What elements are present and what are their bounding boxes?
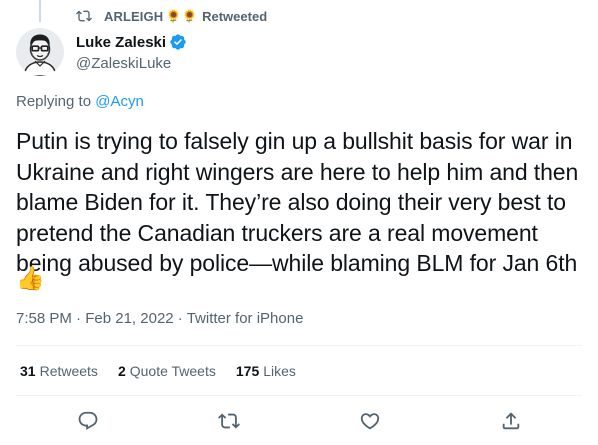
share-icon	[502, 412, 520, 430]
retweeted-label: Retweeted	[202, 8, 268, 24]
action-bar	[0, 404, 598, 440]
replying-to: Replying to @Acyn	[16, 93, 144, 110]
verified-badge-icon	[170, 34, 186, 50]
author-name[interactable]: Luke Zaleski	[76, 34, 166, 51]
likes-stat[interactable]: 175 Likes	[236, 363, 296, 379]
likes-count: 175	[235, 363, 260, 379]
tweet-date[interactable]: Feb 21, 2022	[85, 310, 173, 327]
meta-separator: ·	[76, 310, 82, 327]
retweets-count: 31	[20, 363, 36, 379]
retweeter-name[interactable]: ARLEIGH	[104, 9, 163, 24]
retweet-icon	[76, 10, 92, 22]
tweet-meta: 7:58 PM · Feb 21, 2022 · Twitter for iPh…	[16, 310, 303, 327]
author-block: Luke Zaleski @ZaleskiLuke	[76, 33, 187, 72]
engagement-stats: 31 Retweets 2 Quote Tweets 175 Likes	[20, 363, 316, 379]
like-button[interactable]	[359, 410, 381, 432]
thumbs-up-emoji: 👍	[16, 265, 45, 291]
heart-icon	[360, 413, 380, 430]
quote-tweets-label: Quote Tweets	[129, 363, 216, 379]
sunflower-emoji: 🌻	[182, 9, 198, 23]
reply-button[interactable]	[77, 410, 99, 432]
author-avatar[interactable]	[16, 28, 64, 76]
divider	[16, 345, 582, 346]
meta-separator: ·	[177, 310, 183, 327]
author-handle[interactable]: @ZaleskiLuke	[76, 55, 187, 72]
retweets-label: Retweets	[39, 363, 98, 379]
tweet-time[interactable]: 7:58 PM	[16, 310, 72, 327]
likes-label: Likes	[263, 363, 296, 379]
quote-tweets-count: 2	[117, 363, 126, 379]
retweets-stat[interactable]: 31 Retweets	[20, 363, 98, 379]
tweet-text: Putin is trying to falsely gin up a bull…	[16, 128, 579, 276]
divider	[16, 395, 582, 396]
retweet-button[interactable]	[218, 410, 240, 432]
quote-tweets-stat[interactable]: 2 Quote Tweets	[118, 363, 216, 379]
retweet-context: ARLEIGH 🌻 🌻 Retweeted	[76, 7, 267, 25]
replying-prefix: Replying to	[16, 93, 96, 110]
reply-mention-link[interactable]: @Acyn	[95, 93, 144, 110]
retweet-icon	[218, 413, 240, 429]
share-button[interactable]	[500, 410, 522, 432]
reply-icon	[78, 411, 98, 430]
sunflower-emoji: 🌻	[166, 9, 182, 23]
thread-connector-line	[39, 0, 41, 22]
tweet-source[interactable]: Twitter for iPhone	[187, 310, 304, 327]
